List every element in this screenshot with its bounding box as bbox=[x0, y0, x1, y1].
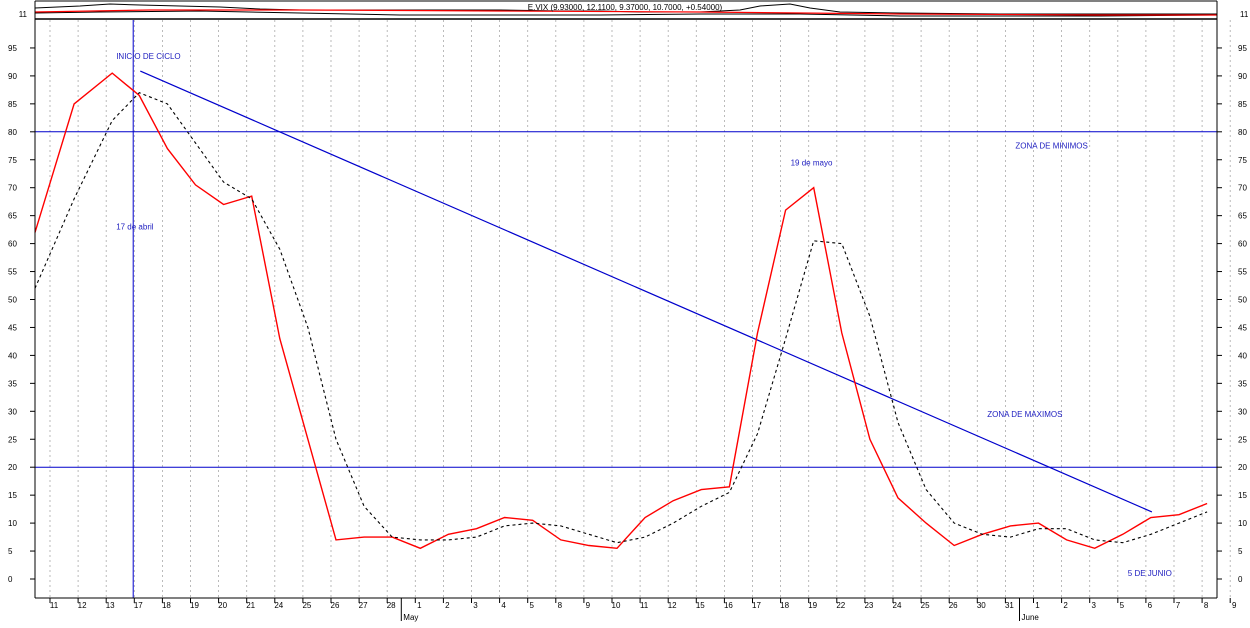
x-tick-label: 28 bbox=[387, 601, 396, 610]
x-tick-label: 26 bbox=[331, 601, 340, 610]
x-tick-label: 9 bbox=[586, 601, 591, 610]
x-tick-label: 21 bbox=[246, 601, 255, 610]
y-tick-label-left: 35 bbox=[8, 379, 17, 388]
x-tick-label: 19 bbox=[808, 601, 817, 610]
y-tick-label-right: 5 bbox=[1238, 547, 1243, 556]
x-tick-label: 2 bbox=[445, 601, 450, 610]
y-tick-label-right: 85 bbox=[1238, 100, 1247, 109]
month-label: June bbox=[1022, 613, 1040, 622]
x-tick-label: 31 bbox=[1005, 601, 1014, 610]
y-tick-label-right: 75 bbox=[1238, 156, 1247, 165]
x-tick-label: 8 bbox=[558, 601, 563, 610]
y-tick-label-left: 80 bbox=[8, 128, 17, 137]
x-tick-label: 3 bbox=[473, 601, 478, 610]
y-tick-label-left: 95 bbox=[8, 44, 17, 53]
y-tick-label-right: 20 bbox=[1238, 463, 1247, 472]
y-tick-label-right: 35 bbox=[1238, 379, 1247, 388]
x-tick-label: 25 bbox=[302, 601, 311, 610]
y-tick-label-right: 40 bbox=[1238, 351, 1247, 360]
y-tick-label-right: 10 bbox=[1238, 519, 1247, 528]
y-tick-label-right: 70 bbox=[1238, 184, 1247, 193]
stochastic-chart: E.VIX (9.93000, 12.1100, 9.37000, 10.700… bbox=[0, 0, 1250, 623]
x-tick-label: 26 bbox=[949, 601, 958, 610]
chart-annotation: 17 de abril bbox=[116, 223, 154, 232]
x-tick-label: 2 bbox=[1063, 601, 1068, 610]
x-tick-label: 17 bbox=[134, 601, 143, 610]
x-tick-label: 7 bbox=[1176, 601, 1181, 610]
x-tick-label: 27 bbox=[359, 601, 368, 610]
chart-annotation: 5 DE JUNIO bbox=[1128, 569, 1172, 578]
x-tick-label: 30 bbox=[977, 601, 986, 610]
y-tick-label-left: 15 bbox=[8, 491, 17, 500]
chart-background bbox=[0, 0, 1250, 623]
chart-annotation: ZONA DE MINIMOS bbox=[1015, 142, 1087, 151]
y-tick-label-right: 65 bbox=[1238, 212, 1247, 221]
y-tick-label-right: 25 bbox=[1238, 435, 1247, 444]
x-tick-label: 8 bbox=[1204, 601, 1209, 610]
y-tick-label-left: 40 bbox=[8, 351, 17, 360]
x-tick-label: 6 bbox=[1148, 601, 1153, 610]
y-tick-label-left: 55 bbox=[8, 268, 17, 277]
y-tick-label-right: 45 bbox=[1238, 323, 1247, 332]
chart-annotation: ZONA DE MAXIMOS bbox=[987, 410, 1062, 419]
y-tick-label-right: 50 bbox=[1238, 296, 1247, 305]
x-tick-label: 18 bbox=[780, 601, 789, 610]
x-tick-label: 11 bbox=[50, 601, 59, 610]
y-tick-label-left: 10 bbox=[8, 519, 17, 528]
chart-annotation: INICIO DE CICLO bbox=[116, 52, 180, 61]
y-tick-label-right: 55 bbox=[1238, 268, 1247, 277]
x-tick-label: 12 bbox=[78, 601, 87, 610]
y-tick-label-left: 50 bbox=[8, 296, 17, 305]
y-tick-label-left: 45 bbox=[8, 323, 17, 332]
y-tick-label-left: 75 bbox=[8, 156, 17, 165]
x-tick-label: 18 bbox=[162, 601, 171, 610]
y-tick-label-right: 90 bbox=[1238, 72, 1247, 81]
x-tick-label: 20 bbox=[218, 601, 227, 610]
y-tick-label-left: 20 bbox=[8, 463, 17, 472]
month-label: May bbox=[403, 613, 418, 622]
x-tick-label: 11 bbox=[640, 601, 649, 610]
x-tick-label: 16 bbox=[724, 601, 733, 610]
x-tick-label: 23 bbox=[864, 601, 873, 610]
x-tick-label: 5 bbox=[529, 601, 534, 610]
x-tick-label: 4 bbox=[501, 601, 506, 610]
y-tick-label-left: 65 bbox=[8, 212, 17, 221]
chart-annotation: 19 de mayo bbox=[791, 158, 833, 167]
y-tick-label-right: 80 bbox=[1238, 128, 1247, 137]
y-tick-label-left: 60 bbox=[8, 240, 17, 249]
x-tick-label: 19 bbox=[190, 601, 199, 610]
x-tick-label: 22 bbox=[836, 601, 845, 610]
x-tick-label: 1 bbox=[417, 601, 422, 610]
x-tick-label: 12 bbox=[668, 601, 677, 610]
y-tick-label-right: 30 bbox=[1238, 407, 1247, 416]
y-tick-label-right: 60 bbox=[1238, 240, 1247, 249]
y-tick-label-right: 0 bbox=[1238, 575, 1243, 584]
y-tick-label-right: 95 bbox=[1238, 44, 1247, 53]
y-tick-label-left: 0 bbox=[8, 575, 13, 584]
y-tick-label-left: 70 bbox=[8, 184, 17, 193]
y-tick-label-left: 85 bbox=[8, 100, 17, 109]
x-tick-label: 10 bbox=[612, 601, 621, 610]
y-tick-label-left: 90 bbox=[8, 72, 17, 81]
x-tick-label: 13 bbox=[106, 601, 115, 610]
y-tick-label-left: 25 bbox=[8, 435, 17, 444]
x-tick-label: 24 bbox=[274, 601, 283, 610]
header-price-label: E.VIX (9.93000, 12.1100, 9.37000, 10.700… bbox=[528, 3, 723, 12]
x-tick-label: 24 bbox=[893, 601, 902, 610]
header-tick-right: 11 bbox=[1240, 10, 1249, 19]
x-tick-label: 3 bbox=[1091, 601, 1096, 610]
x-tick-label: 1 bbox=[1035, 601, 1040, 610]
x-tick-label: 15 bbox=[696, 601, 705, 610]
x-tick-label: 5 bbox=[1120, 601, 1125, 610]
y-tick-label-left: 30 bbox=[8, 407, 17, 416]
x-tick-label: 25 bbox=[921, 601, 930, 610]
header-tick-left: 11 bbox=[19, 10, 28, 19]
y-tick-label-left: 5 bbox=[8, 547, 13, 556]
x-tick-label: 9 bbox=[1232, 601, 1237, 610]
y-tick-label-right: 15 bbox=[1238, 491, 1247, 500]
x-tick-label: 17 bbox=[752, 601, 761, 610]
